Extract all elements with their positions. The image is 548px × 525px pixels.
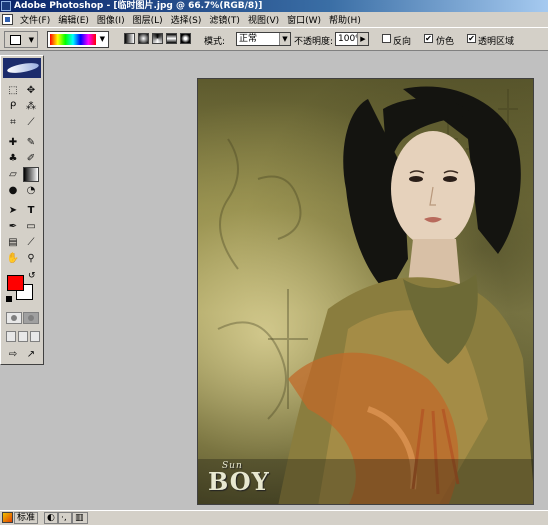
opacity-label: 不透明度: — [294, 37, 334, 47]
photo-illustration — [198, 86, 533, 504]
watermark-main-text: BOY — [208, 467, 270, 496]
notes-tool-icon[interactable]: ▤ — [5, 235, 21, 250]
default-colors-icon[interactable] — [6, 296, 12, 302]
full-screen-menu-mode-icon[interactable] — [18, 331, 28, 342]
path-selection-tool-icon[interactable]: ➤ — [5, 203, 21, 218]
jump-to-imageready-icon[interactable]: ⇨ — [5, 347, 21, 362]
watermark-text: Sun BOY — [208, 461, 270, 496]
menu-file[interactable]: 文件(F) — [16, 13, 54, 26]
menu-select[interactable]: 选择(S) — [167, 13, 206, 26]
menu-layer[interactable]: 图层(L) — [129, 13, 167, 26]
menu-bar: 文件(F) 编辑(E) 图像(I) 图层(L) 选择(S) 滤镜(T) 视图(V… — [0, 12, 548, 27]
hand-tool-icon[interactable]: ✋ — [5, 251, 21, 266]
dodge-tool-icon[interactable]: ◔ — [23, 183, 39, 198]
brush-tool-icon[interactable]: ✎ — [23, 135, 39, 150]
clone-stamp-tool-icon[interactable]: ♣ — [5, 151, 21, 166]
dither-label: 仿色 — [436, 37, 455, 47]
gradient-tool-icon — [10, 35, 21, 45]
zoom-tool-icon[interactable]: ⚲ — [23, 251, 39, 266]
edit-in-imageready-icon[interactable]: ↗ — [23, 347, 39, 362]
mode-select[interactable]: 正常 ▼ — [236, 32, 291, 46]
transparency-label: 透明区域 — [478, 37, 515, 47]
reflected-gradient-button[interactable] — [166, 33, 177, 44]
full-screen-mode-icon[interactable] — [30, 331, 40, 342]
feather-icon — [6, 61, 40, 75]
diamond-gradient-button[interactable] — [180, 33, 191, 44]
document-canvas[interactable]: Sun BOY — [197, 78, 534, 505]
chevron-down-icon: ▼ — [99, 35, 105, 43]
opacity-field[interactable]: 100% ▶ — [335, 32, 369, 46]
foreground-color-swatch[interactable] — [7, 275, 24, 291]
move-tool-icon[interactable]: ✥ — [23, 83, 39, 98]
lasso-tool-icon[interactable]: ᑭ — [5, 99, 21, 114]
menu-edit[interactable]: 编辑(E) — [54, 13, 93, 26]
triangle-right-icon: ▶ — [357, 33, 368, 45]
shape-tool-icon[interactable]: ▭ — [23, 219, 39, 234]
menu-view[interactable]: 视图(V) — [244, 13, 283, 26]
eraser-tool-icon[interactable]: ▱ — [5, 167, 21, 182]
healing-brush-tool-icon[interactable]: ✚ — [5, 135, 21, 150]
status-bar: 标准 ◐ ·, ▥ — [0, 510, 548, 525]
reverse-checkbox[interactable] — [382, 34, 391, 43]
eyedropper-tool-icon[interactable]: ⟋ — [23, 235, 39, 250]
punctuation-icon[interactable]: ·, — [58, 512, 72, 524]
dither-checkbox[interactable]: ✔ — [424, 34, 433, 43]
magic-wand-tool-icon[interactable]: ⁂ — [23, 99, 39, 114]
marquee-tool-icon[interactable]: ⬚ — [5, 83, 21, 98]
quick-mask-mode-button[interactable] — [23, 312, 39, 324]
ime-logo-icon[interactable] — [2, 512, 13, 523]
reverse-label: 反向 — [393, 37, 412, 47]
gradient-preview — [50, 34, 96, 45]
pen-tool-icon[interactable]: ✒ — [5, 219, 21, 234]
toolbox: ⬚ ✥ ᑭ ⁂ ⌗ ⟋ ✚ ✎ ♣ ✐ ▱ ● ◔ ➤ T ✒ ▭ ▤ ⟋ ✋ … — [0, 55, 44, 365]
standard-mode-button[interactable] — [6, 312, 22, 324]
angle-gradient-button[interactable] — [152, 33, 163, 44]
ime-mode-button[interactable]: 标准 — [14, 512, 39, 524]
gradient-tool-icon[interactable] — [23, 167, 39, 182]
type-tool-icon[interactable]: T — [23, 203, 39, 218]
gradient-picker[interactable]: ▼ — [47, 31, 109, 48]
watermark-small-text: Sun — [222, 461, 243, 471]
keyboard-icon[interactable]: ▥ — [72, 512, 88, 524]
options-bar: ▼ ▼ 模式: 正常 ▼ 不透明度: 100% ▶ 反向 ✔ 仿色 ✔ 透明区域 — [0, 27, 548, 51]
slice-tool-icon[interactable]: ⟋ — [23, 115, 39, 130]
menu-help[interactable]: 帮助(H) — [325, 13, 365, 26]
chevron-down-icon: ▼ — [279, 33, 290, 45]
standard-screen-mode-icon[interactable] — [6, 331, 16, 342]
swap-colors-icon[interactable]: ↺ — [28, 271, 36, 281]
crop-tool-icon[interactable]: ⌗ — [5, 115, 21, 130]
photoshop-logo-icon — [1, 1, 11, 11]
mode-value: 正常 — [239, 34, 258, 44]
mode-label: 模式: — [204, 37, 226, 47]
title-bar: Adobe Photoshop - [临时图片.jpg @ 66.7%(RGB/… — [0, 0, 548, 12]
toolbox-header-logo[interactable] — [3, 58, 41, 78]
menu-image[interactable]: 图像(I) — [93, 13, 129, 26]
menu-window[interactable]: 窗口(W) — [283, 13, 325, 26]
moon-icon[interactable]: ◐ — [44, 512, 58, 524]
linear-gradient-button[interactable] — [124, 33, 135, 44]
window-title: Adobe Photoshop - [临时图片.jpg @ 66.7%(RGB/… — [14, 1, 263, 11]
chevron-down-icon: ▼ — [28, 36, 34, 44]
tool-preset-picker[interactable]: ▼ — [4, 31, 38, 48]
history-brush-tool-icon[interactable]: ✐ — [23, 151, 39, 166]
radial-gradient-button[interactable] — [138, 33, 149, 44]
menu-filter[interactable]: 滤镜(T) — [205, 13, 244, 26]
transparency-checkbox[interactable]: ✔ — [467, 34, 476, 43]
document-icon[interactable] — [2, 14, 13, 25]
blur-tool-icon[interactable]: ● — [5, 183, 21, 198]
